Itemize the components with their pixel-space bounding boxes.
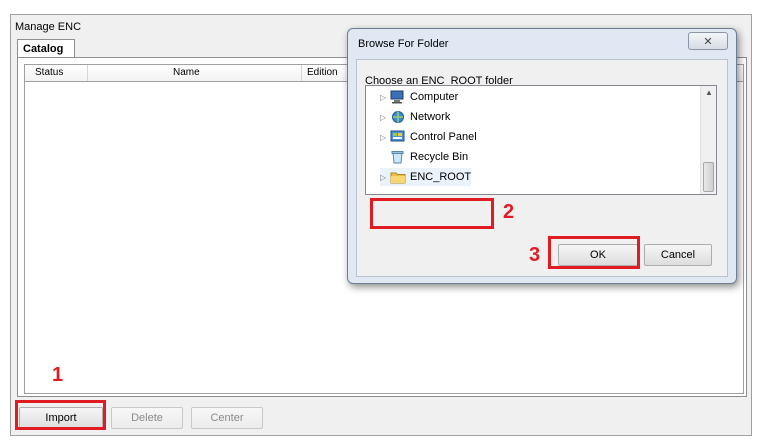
- tree-scrollbar[interactable]: ▲: [700, 86, 716, 194]
- close-icon: ✕: [703, 35, 713, 48]
- recycle-bin-icon: [390, 150, 406, 164]
- tree-item-label: Recycle Bin: [410, 151, 469, 163]
- column-separator: [301, 65, 302, 81]
- tree-item-label: ENC_ROOT: [410, 171, 472, 183]
- tree-item-recycle-bin[interactable]: Recycle Bin: [380, 148, 468, 166]
- scroll-up-icon[interactable]: ▲: [705, 88, 713, 97]
- browse-for-folder-dialog: Browse For Folder ✕ Choose an ENC_ROOT f…: [347, 28, 737, 284]
- tab-catalog[interactable]: Catalog: [17, 39, 75, 58]
- window-title: Manage ENC: [15, 21, 82, 33]
- callout-number-2: 2: [503, 201, 515, 223]
- tree-item-control-panel[interactable]: ▷ Control Panel: [380, 128, 477, 146]
- screen: Manage ENC Catalog Status Name Edition I…: [0, 0, 757, 440]
- tree-item-label: Control Panel: [410, 131, 477, 143]
- dialog-title: Browse For Folder: [358, 38, 449, 50]
- cancel-button[interactable]: Cancel: [644, 244, 712, 266]
- expand-arrow-icon[interactable]: ▷: [380, 173, 390, 182]
- expand-arrow-icon[interactable]: ▷: [380, 93, 390, 102]
- tree-item-label: Computer: [410, 91, 459, 103]
- computer-icon: [390, 90, 406, 104]
- tree-item-network[interactable]: ▷ Network: [380, 108, 450, 126]
- center-button[interactable]: Center: [191, 407, 263, 429]
- delete-button[interactable]: Delete: [111, 407, 183, 429]
- highlight-import: [15, 400, 106, 430]
- column-edition[interactable]: Edition: [307, 67, 338, 78]
- callout-number-3: 3: [529, 244, 541, 266]
- highlight-ok: [548, 236, 640, 269]
- tree-item-computer[interactable]: ▷ Computer: [380, 88, 458, 106]
- control-panel-icon: [390, 130, 406, 144]
- tree-item-enc-root[interactable]: ▷ ENC_ROOT: [380, 168, 472, 186]
- column-name[interactable]: Name: [173, 67, 200, 78]
- expand-arrow-icon[interactable]: ▷: [380, 113, 390, 122]
- callout-number-1: 1: [52, 364, 64, 386]
- column-status[interactable]: Status: [35, 67, 63, 78]
- folder-icon: [390, 170, 406, 184]
- column-separator: [87, 65, 88, 81]
- folder-tree[interactable]: ▷ Computer ▷ Network ▷ Control Panel Rec…: [365, 85, 717, 195]
- close-button[interactable]: ✕: [688, 32, 728, 50]
- network-icon: [390, 110, 406, 124]
- scroll-thumb[interactable]: [703, 162, 714, 192]
- expand-arrow-icon[interactable]: ▷: [380, 133, 390, 142]
- tree-item-label: Network: [410, 111, 451, 123]
- highlight-enc-root: [370, 198, 494, 229]
